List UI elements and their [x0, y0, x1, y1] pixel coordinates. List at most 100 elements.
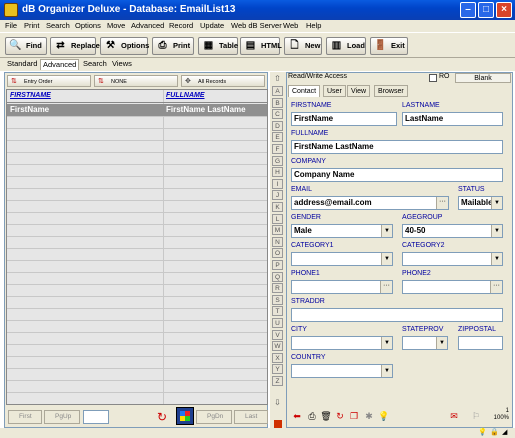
menu-search[interactable]: Search: [46, 21, 70, 30]
stateprov-select[interactable]: ▼: [402, 336, 448, 350]
record-number-field[interactable]: [83, 410, 109, 424]
down-arrow-icon[interactable]: [274, 420, 282, 428]
column-header-firstname[interactable]: FIRSTNAME: [10, 91, 51, 101]
tab-user[interactable]: User: [323, 85, 346, 97]
print-button[interactable]: ⎙ Print: [152, 37, 194, 55]
replace-button[interactable]: ⇄ Replace: [50, 37, 100, 55]
gender-select[interactable]: Male ▼: [291, 224, 393, 238]
maximize-button[interactable]: □: [478, 2, 494, 18]
scroll-up-icon[interactable]: ⇧: [272, 74, 283, 84]
alpha-index-z[interactable]: Z: [272, 376, 283, 386]
alpha-index-i[interactable]: I: [272, 178, 283, 189]
phone1-field[interactable]: ···: [291, 280, 393, 294]
chevron-down-icon[interactable]: ▼: [381, 365, 392, 377]
options-button[interactable]: ⚒ Options: [100, 37, 149, 55]
alpha-index-n[interactable]: N: [272, 236, 283, 247]
find-button[interactable]: 🔍 Find: [5, 37, 47, 55]
alpha-index-e[interactable]: E: [272, 132, 283, 143]
minimize-button[interactable]: –: [460, 2, 476, 18]
column-header-fullname[interactable]: FULLNAME: [166, 91, 205, 101]
sort-none-button[interactable]: ⇅ NONE: [94, 75, 178, 87]
new-button[interactable]: 🗋 New: [284, 37, 322, 55]
resize-grip-icon[interactable]: ◢: [502, 428, 512, 438]
close-button[interactable]: ×: [496, 2, 512, 18]
phone1-browse-button[interactable]: ···: [380, 281, 392, 293]
table-row[interactable]: FirstName FirstName LastName: [7, 104, 267, 116]
alpha-index-f[interactable]: F: [272, 144, 283, 154]
back-arrow-icon[interactable]: ⬅: [291, 410, 303, 422]
chevron-down-icon[interactable]: ▼: [491, 197, 502, 209]
phone2-field[interactable]: ···: [402, 280, 503, 294]
alpha-index-h[interactable]: H: [272, 167, 283, 178]
first-button[interactable]: First: [8, 410, 42, 424]
alpha-index-u[interactable]: U: [272, 318, 283, 328]
status-select[interactable]: Mailable ▼: [458, 196, 503, 210]
scroll-down-icon[interactable]: ⇩: [272, 398, 283, 408]
alpha-index-t[interactable]: T: [272, 306, 283, 317]
chevron-down-icon[interactable]: ▼: [491, 225, 502, 237]
category2-select[interactable]: ▼: [402, 252, 503, 266]
menu-options[interactable]: Options: [75, 21, 101, 30]
color-grid-icon[interactable]: [176, 407, 194, 425]
tab-search[interactable]: Search: [81, 59, 109, 70]
chevron-down-icon[interactable]: ▼: [381, 337, 392, 349]
alpha-index-b[interactable]: B: [272, 97, 283, 108]
chevron-down-icon[interactable]: ▼: [491, 253, 502, 265]
firstname-field[interactable]: FirstName: [291, 112, 397, 126]
alpha-index-s[interactable]: S: [272, 294, 283, 305]
email-send-icon[interactable]: ✉: [448, 410, 460, 422]
category1-select[interactable]: ▼: [291, 252, 393, 266]
table-button[interactable]: ▦ Table: [198, 37, 238, 55]
all-records-button[interactable]: ✥ All Records: [181, 75, 265, 87]
menu-move[interactable]: Move: [107, 21, 125, 30]
menu-web[interactable]: Web: [283, 21, 298, 30]
chevron-down-icon[interactable]: ▼: [381, 253, 392, 265]
alpha-index-c[interactable]: C: [272, 109, 283, 120]
alpha-index-y[interactable]: Y: [272, 364, 283, 375]
alpha-index-j[interactable]: J: [272, 190, 283, 201]
menu-record[interactable]: Record: [169, 21, 193, 30]
alpha-index-k[interactable]: K: [272, 202, 283, 212]
alpha-index-x[interactable]: X: [272, 352, 283, 363]
ro-checkbox[interactable]: [429, 74, 437, 82]
menu-file[interactable]: File: [5, 21, 17, 30]
email-browse-button[interactable]: ···: [436, 197, 448, 209]
alpha-index-q[interactable]: Q: [272, 271, 283, 282]
html-button[interactable]: ▤ HTML: [240, 37, 282, 55]
alpha-index-w[interactable]: W: [272, 341, 283, 352]
merge-icon[interactable]: ✱: [363, 410, 375, 422]
lastname-field[interactable]: LastName: [402, 112, 503, 126]
alpha-index-o[interactable]: O: [272, 248, 283, 259]
company-field[interactable]: Company Name: [291, 168, 503, 182]
chevron-down-icon[interactable]: ▼: [381, 225, 392, 237]
chevron-down-icon[interactable]: ▼: [436, 337, 447, 349]
trash-icon[interactable]: 🗑: [320, 410, 332, 422]
refresh-icon[interactable]: ↻: [154, 409, 170, 425]
undo-icon[interactable]: ↻: [334, 410, 346, 422]
entry-order-button[interactable]: ⇅ Entry Order: [7, 75, 91, 87]
load-button[interactable]: ▥ Load: [326, 37, 366, 55]
tab-browser[interactable]: Browser: [374, 85, 408, 97]
menu-help[interactable]: Help: [306, 21, 321, 30]
agegroup-select[interactable]: 40-50 ▼: [402, 224, 503, 238]
pgdn-button[interactable]: PgDn: [196, 410, 232, 424]
alpha-index-r[interactable]: R: [272, 283, 283, 294]
tab-advanced[interactable]: Advanced: [40, 59, 80, 70]
zippostal-field[interactable]: [458, 336, 503, 350]
country-select[interactable]: ▼: [291, 364, 393, 378]
menu-print[interactable]: Print: [24, 21, 39, 30]
alpha-index-v[interactable]: V: [272, 329, 283, 340]
alpha-index-d[interactable]: D: [272, 120, 283, 131]
fullname-field[interactable]: FirstName LastName: [291, 140, 503, 154]
alpha-index-p[interactable]: P: [272, 260, 283, 270]
menu-update[interactable]: Update: [200, 21, 224, 30]
alpha-index-a[interactable]: A: [272, 86, 283, 96]
city-select[interactable]: ▼: [291, 336, 393, 350]
alpha-index-m[interactable]: M: [272, 225, 283, 236]
blank-button[interactable]: Blank: [455, 73, 511, 83]
exit-button[interactable]: 🚪 Exit: [370, 37, 408, 55]
menu-advanced[interactable]: Advanced: [131, 21, 164, 30]
flag-icon[interactable]: ⚐: [470, 410, 482, 422]
tab-views[interactable]: Views: [110, 59, 134, 70]
records-grid[interactable]: FIRSTNAME FULLNAME FirstName FirstName L…: [6, 89, 268, 405]
